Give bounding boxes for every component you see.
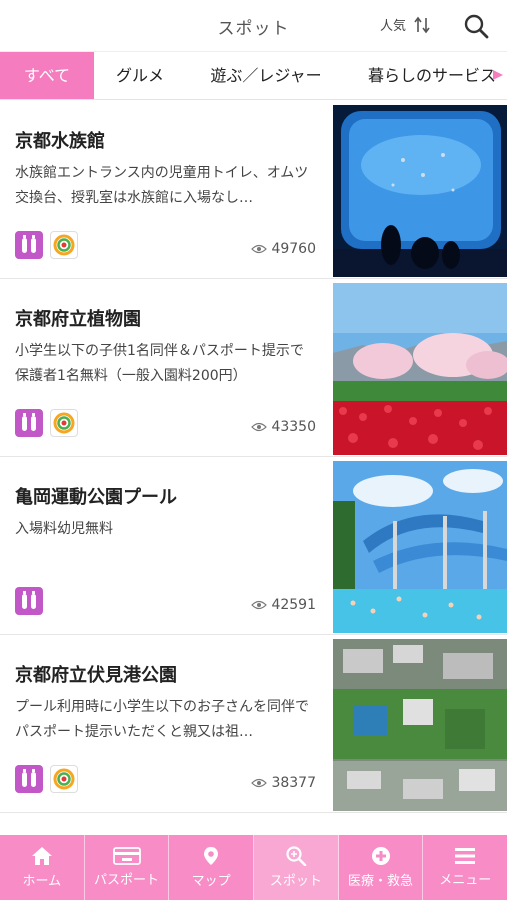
nav-map[interactable]: マップ: [169, 835, 255, 900]
nav-menu[interactable]: メニュー: [423, 835, 507, 900]
page-title: スポット: [217, 19, 290, 39]
spot-description: 水族館エントランス内の児童用トイレ、オムツ交換台、授乳室は水族館に入場なし…: [15, 165, 309, 206]
spot-photo-aquarium[interactable]: [333, 105, 507, 277]
passport-icon: [112, 847, 141, 865]
spot-description: 入場料幼児無料: [15, 521, 113, 537]
nav-label: スポット: [269, 874, 322, 889]
nav-passport[interactable]: パスポート: [85, 835, 170, 900]
view-count: 42591: [251, 597, 316, 613]
view-count-value: 49760: [271, 241, 316, 257]
badge-row: [15, 587, 43, 615]
list-item[interactable]: 京都水族館 水族館エントランス内の児童用トイレ、オムツ交換台、授乳室は水族館に入…: [0, 101, 507, 279]
badge-row: [15, 409, 78, 437]
spot-list: 京都水族館 水族館エントランス内の児童用トイレ、オムツ交換台、授乳室は水族館に入…: [0, 101, 507, 813]
list-item[interactable]: 京都府立植物園 小学生以下の子供1名同伴＆パスポート提示で保護者1名無料（一般入…: [0, 279, 507, 457]
badge-row: [15, 231, 78, 259]
view-count-value: 43350: [271, 419, 316, 435]
app-header: スポット 人気: [0, 0, 507, 52]
rainbow-logo-icon: [50, 409, 78, 437]
nav-label: マップ: [191, 874, 231, 889]
baby-bottle-icon: [15, 409, 43, 437]
sort-label: 人気: [380, 19, 407, 34]
tab-leisure[interactable]: 遊ぶ／レジャー: [186, 52, 346, 99]
spot-photo-pool[interactable]: [333, 461, 507, 633]
baby-bottle-icon: [15, 587, 43, 615]
list-item[interactable]: 京都府立伏見港公園 プール利用時に小学生以下のお子さんを同伴でパスポート提示いた…: [0, 635, 507, 813]
spot-title: 京都府立伏見港公園: [15, 665, 177, 686]
map-pin-icon: [204, 847, 219, 865]
list-item[interactable]: 亀岡運動公園プール 入場料幼児無料 42591: [0, 457, 507, 635]
view-count: 38377: [251, 775, 316, 791]
nav-spot[interactable]: スポット: [254, 835, 339, 900]
tab-all[interactable]: すべて: [0, 52, 94, 99]
eye-icon: [251, 778, 268, 788]
sort-toggle[interactable]: 人気: [380, 15, 430, 34]
category-tabs: すべて グルメ 遊ぶ／レジャー 暮らしのサービス: [0, 52, 507, 100]
eye-icon: [251, 422, 268, 432]
baby-bottle-icon: [15, 231, 43, 259]
bottom-nav: ホーム パスポート マップ スポット 医療・救急 メニュー: [0, 835, 507, 900]
spot-title: 亀岡運動公園プール: [15, 487, 177, 508]
spot-photo-botanical-garden[interactable]: [333, 283, 507, 455]
spot-photo-park-aerial[interactable]: [333, 639, 507, 811]
tab-scroll-arrow-icon[interactable]: [491, 68, 505, 82]
view-count: 49760: [251, 241, 316, 257]
view-count-value: 38377: [271, 775, 316, 791]
rainbow-logo-icon: [50, 765, 78, 793]
view-count-value: 42591: [271, 597, 316, 613]
sort-arrows-icon: [414, 16, 430, 33]
tab-gourmet[interactable]: グルメ: [94, 52, 186, 99]
spot-description: 小学生以下の子供1名同伴＆パスポート提示で保護者1名無料（一般入園料200円）: [15, 343, 304, 384]
nav-label: 医療・救急: [348, 874, 414, 889]
home-icon: [31, 847, 52, 865]
spot-title: 京都府立植物園: [15, 309, 141, 330]
spot-description: プール利用時に小学生以下のお子さんを同伴でパスポート提示いただくと親又は祖…: [15, 699, 309, 740]
view-count: 43350: [251, 419, 316, 435]
nav-home[interactable]: ホーム: [0, 835, 85, 900]
eye-icon: [251, 244, 268, 254]
spot-title: 京都水族館: [15, 131, 105, 152]
rainbow-logo-icon: [50, 231, 78, 259]
badge-row: [15, 765, 78, 793]
nav-label: ホーム: [22, 874, 62, 889]
nav-label: メニュー: [439, 873, 492, 888]
eye-icon: [251, 600, 268, 610]
menu-icon: [455, 848, 476, 864]
nav-medical[interactable]: 医療・救急: [339, 835, 424, 900]
spot-search-icon: [286, 846, 307, 866]
medical-cross-icon: [371, 847, 390, 865]
baby-bottle-icon: [15, 765, 43, 793]
nav-label: パスポート: [94, 873, 160, 888]
tab-living-services[interactable]: 暮らしのサービス: [346, 52, 507, 99]
search-icon[interactable]: [462, 12, 490, 40]
